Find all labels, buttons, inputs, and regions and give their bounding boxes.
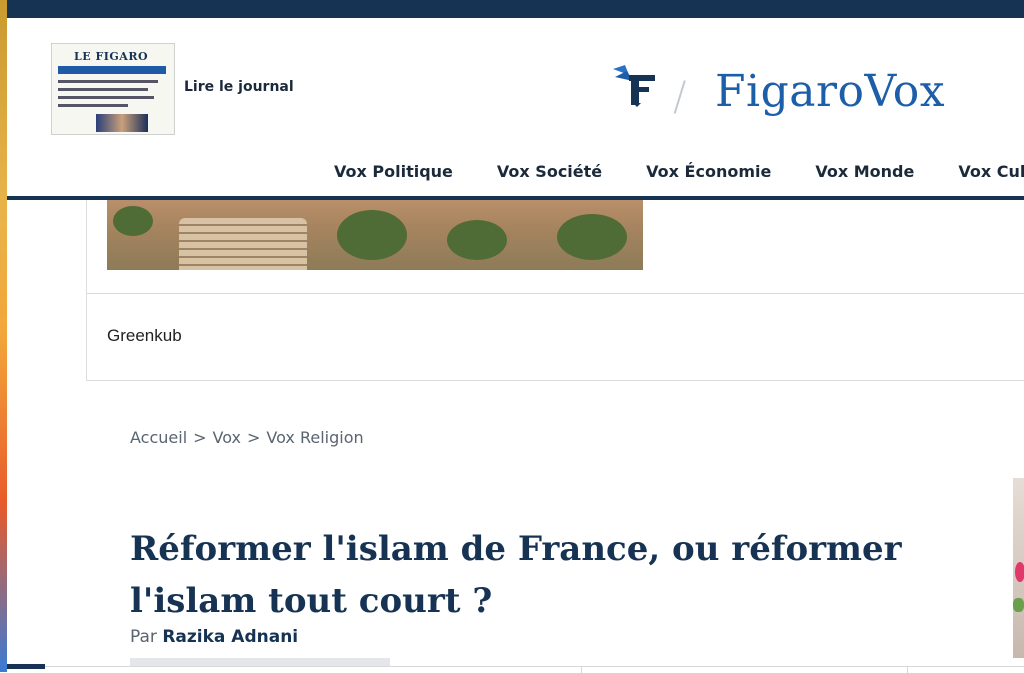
brand-name[interactable]: FigaroVox bbox=[715, 66, 945, 117]
breadcrumb-item-vox-religion[interactable]: Vox Religion bbox=[266, 428, 363, 447]
window-edge bbox=[0, 0, 7, 672]
byline: Par Razika Adnani bbox=[130, 627, 298, 647]
site-header: LE FIGARO Lire le journal / FigaroVox Vo… bbox=[7, 18, 1024, 196]
nav-item-vox-monde[interactable]: Vox Monde bbox=[815, 162, 914, 181]
breadcrumb: Accueil > Vox > Vox Religion bbox=[130, 428, 364, 447]
newspaper-masthead: LE FIGARO bbox=[74, 50, 149, 63]
bottom-tab bbox=[7, 664, 45, 669]
ad-image-plant bbox=[337, 210, 407, 260]
read-paper-link[interactable]: Lire le journal bbox=[184, 79, 294, 95]
ad-image-plant bbox=[557, 214, 627, 260]
breadcrumb-separator: > bbox=[193, 428, 207, 447]
leaf-decoration bbox=[1013, 598, 1024, 612]
bottom-divider bbox=[907, 667, 908, 673]
newspaper-banner bbox=[58, 66, 166, 74]
newspaper-photo bbox=[96, 114, 148, 132]
bottom-divider bbox=[581, 667, 582, 673]
side-image[interactable] bbox=[1013, 478, 1024, 658]
author-link[interactable]: Razika Adnani bbox=[162, 627, 298, 647]
byline-prefix: Par bbox=[130, 627, 157, 647]
ad-image[interactable] bbox=[107, 200, 643, 270]
newspaper-headline-line bbox=[58, 80, 158, 83]
breadcrumb-separator: > bbox=[247, 428, 261, 447]
ad-image-plant bbox=[113, 206, 153, 236]
ad-image-stones bbox=[179, 218, 307, 270]
nav-item-vox-societe[interactable]: Vox Société bbox=[497, 162, 602, 181]
newspaper-headline-line bbox=[58, 104, 128, 107]
section-nav: Vox Politique Vox Société Vox Économie V… bbox=[334, 162, 1024, 181]
figaro-logo-icon[interactable] bbox=[611, 63, 659, 109]
nav-item-vox-culture[interactable]: Vox Culture bbox=[958, 162, 1024, 181]
top-bar bbox=[7, 0, 1024, 18]
newspaper-thumbnail[interactable]: LE FIGARO bbox=[51, 43, 175, 135]
ad-sponsor[interactable]: Greenkub bbox=[107, 326, 182, 346]
newspaper-headline-line bbox=[58, 96, 154, 99]
article-title: Réformer l'islam de France, ou réformer … bbox=[130, 528, 902, 621]
breadcrumb-item-vox[interactable]: Vox bbox=[213, 428, 241, 447]
nav-item-vox-politique[interactable]: Vox Politique bbox=[334, 162, 453, 181]
nav-item-vox-economie[interactable]: Vox Économie bbox=[646, 162, 771, 181]
breadcrumb-item-accueil[interactable]: Accueil bbox=[130, 428, 187, 447]
newspaper-headline-line bbox=[58, 88, 148, 91]
ad-image-plant bbox=[447, 220, 507, 260]
brand-separator: / bbox=[673, 74, 687, 120]
ad-divider bbox=[87, 293, 1024, 294]
ad-block[interactable]: Greenkub bbox=[86, 200, 1024, 381]
flower-decoration bbox=[1015, 562, 1024, 582]
